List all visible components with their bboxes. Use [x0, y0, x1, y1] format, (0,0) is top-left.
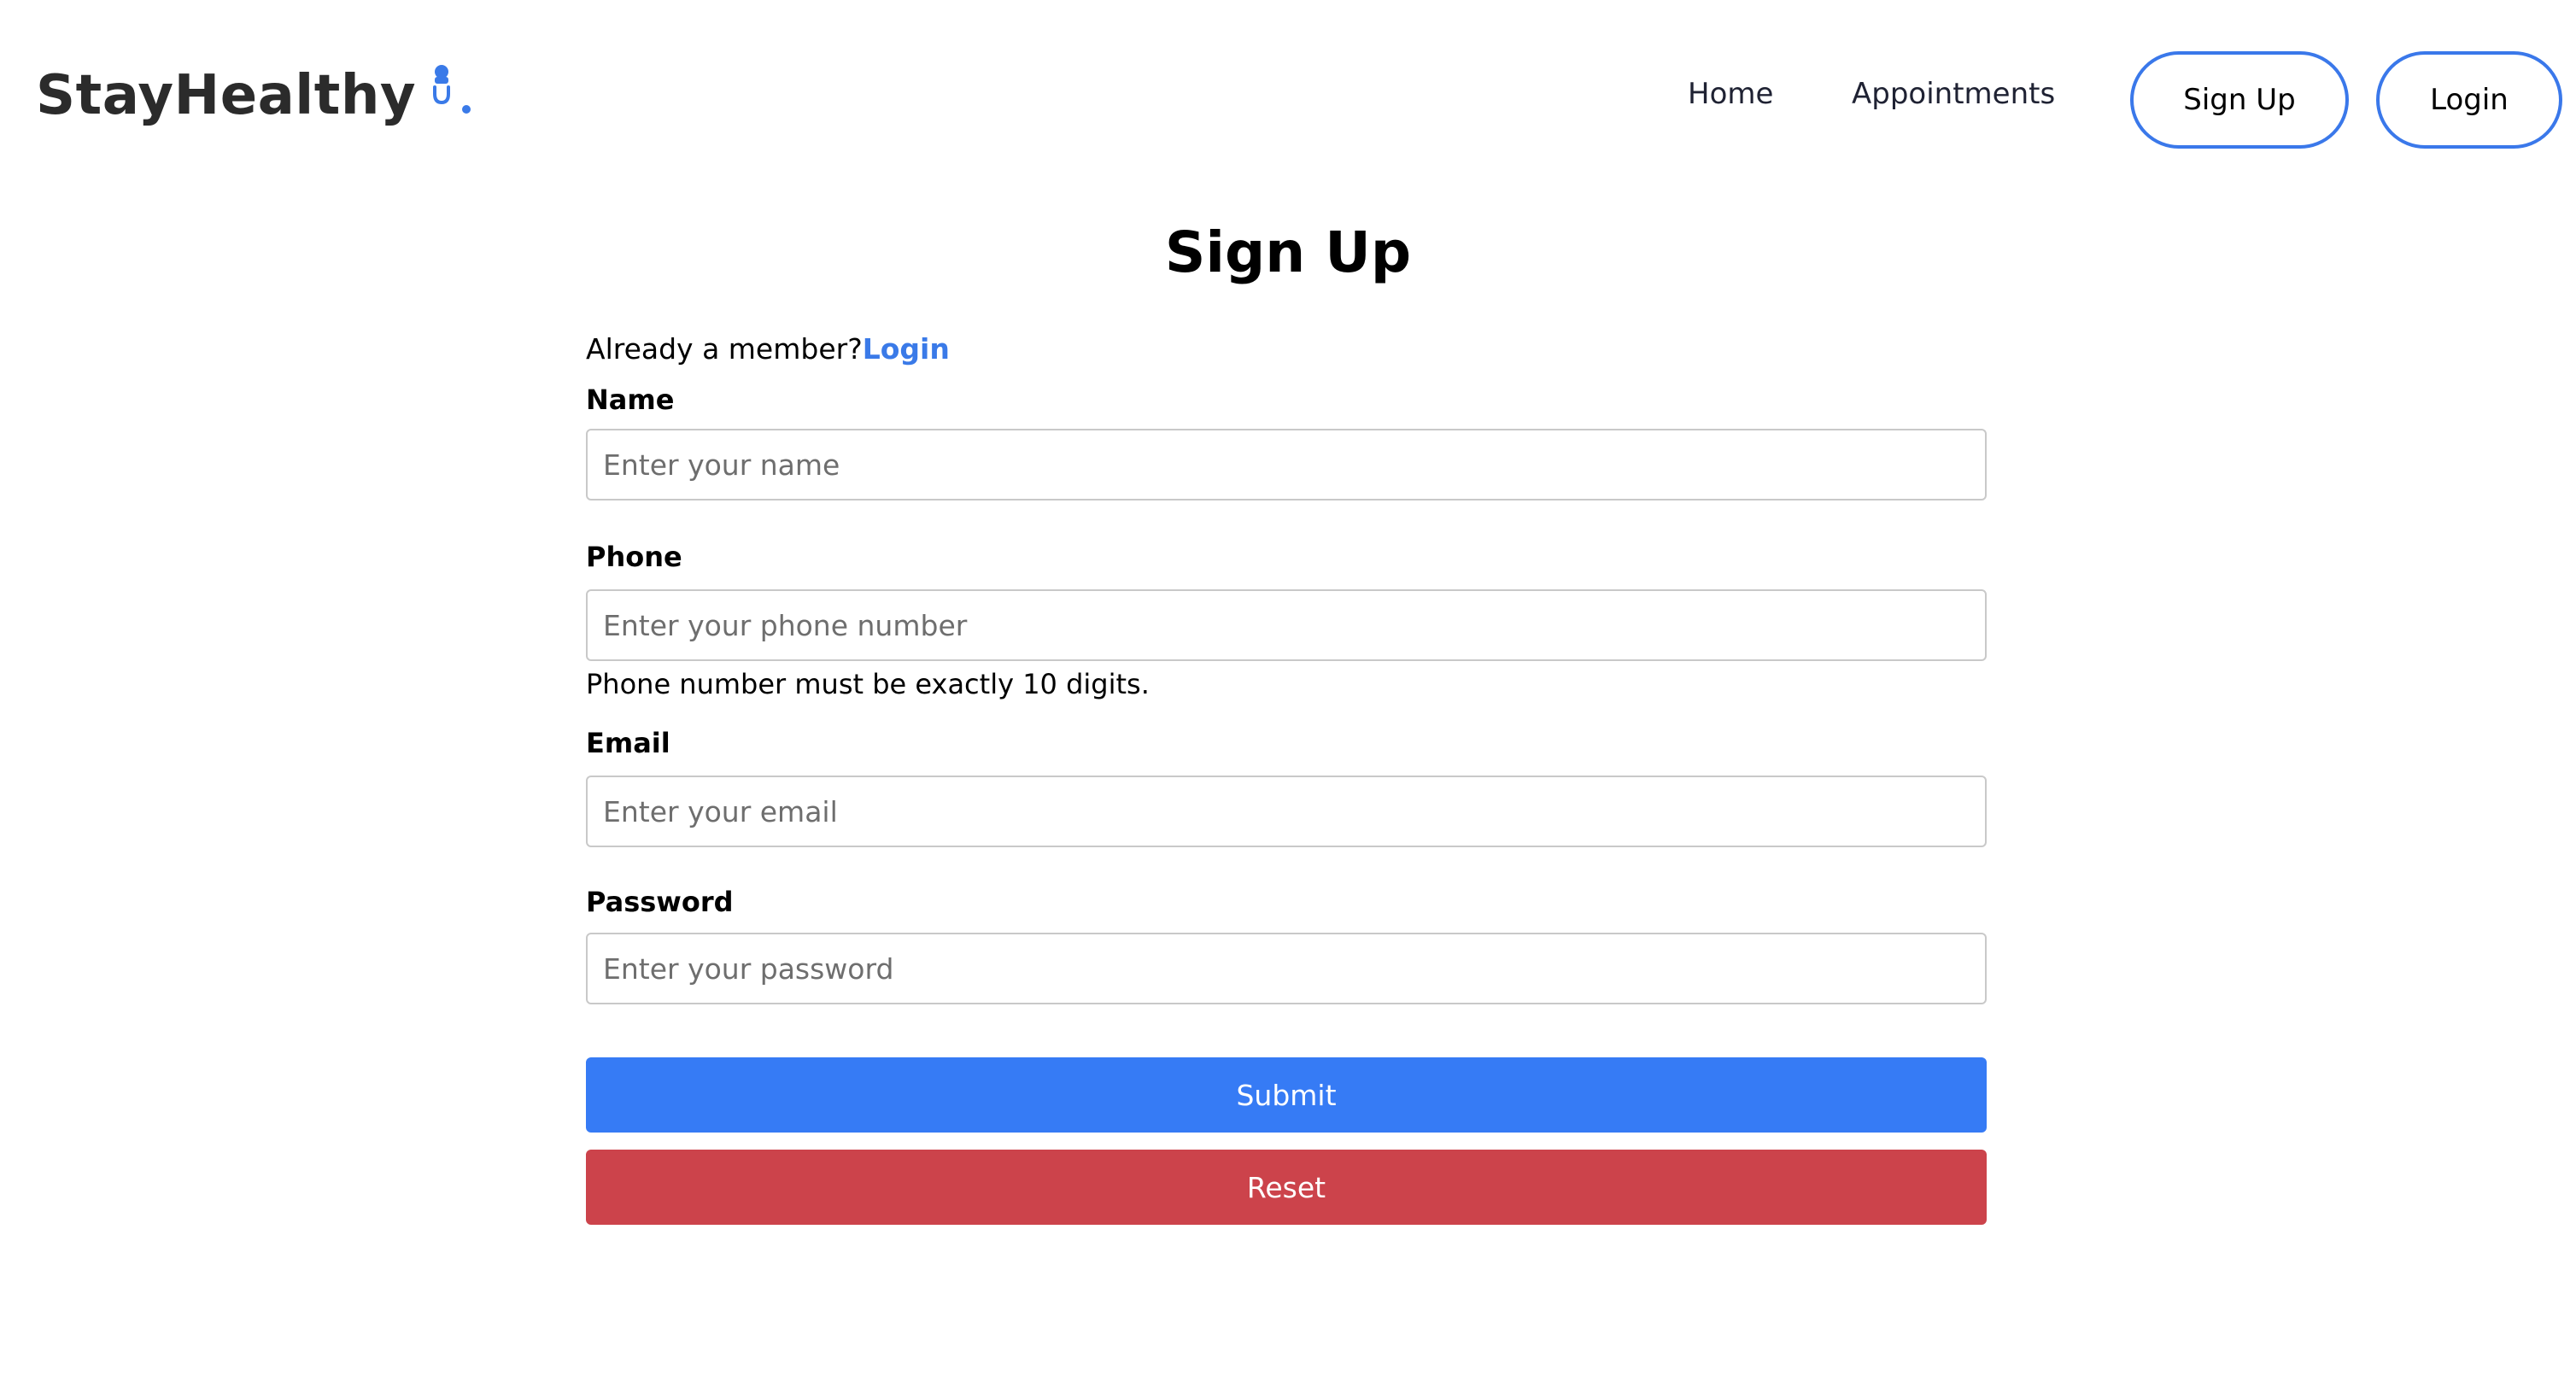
navbar: StayHealthy Home Appointments Sign Up Lo… [0, 0, 2576, 188]
password-label: Password [586, 886, 734, 918]
member-login-link[interactable]: Login [863, 332, 950, 366]
password-field-group: Password [586, 881, 1987, 1004]
phone-label: Phone [586, 541, 682, 573]
name-label: Name [586, 383, 675, 416]
nav-link-home[interactable]: Home [1688, 73, 1773, 114]
stethoscope-icon [423, 65, 483, 133]
name-input[interactable] [586, 429, 1987, 500]
submit-button[interactable]: Submit [586, 1057, 1987, 1133]
nav-link-appointments[interactable]: Appointments [1852, 73, 2055, 114]
name-field-group: Name [586, 379, 1987, 500]
nav-signup-button[interactable]: Sign Up [2130, 51, 2349, 149]
email-label: Email [586, 727, 670, 759]
brand-name: StayHealthy [36, 64, 417, 127]
phone-input[interactable] [586, 589, 1987, 661]
page-title: Sign Up [1164, 220, 1412, 285]
brand-logo-link[interactable]: StayHealthy [36, 60, 483, 133]
nav-login-button[interactable]: Login [2376, 51, 2562, 149]
member-prompt: Already a member?Login [586, 328, 1987, 371]
password-input[interactable] [586, 933, 1987, 1004]
phone-field-group: Phone Phone number must be exactly 10 di… [586, 536, 1987, 705]
email-field-group: Email [586, 723, 1987, 847]
reset-button[interactable]: Reset [586, 1150, 1987, 1225]
phone-hint: Phone number must be exactly 10 digits. [586, 668, 1150, 700]
email-input[interactable] [586, 776, 1987, 847]
signup-form: Already a member?Login Name Phone Phone … [586, 328, 1987, 1225]
member-prompt-text: Already a member? [586, 332, 863, 366]
